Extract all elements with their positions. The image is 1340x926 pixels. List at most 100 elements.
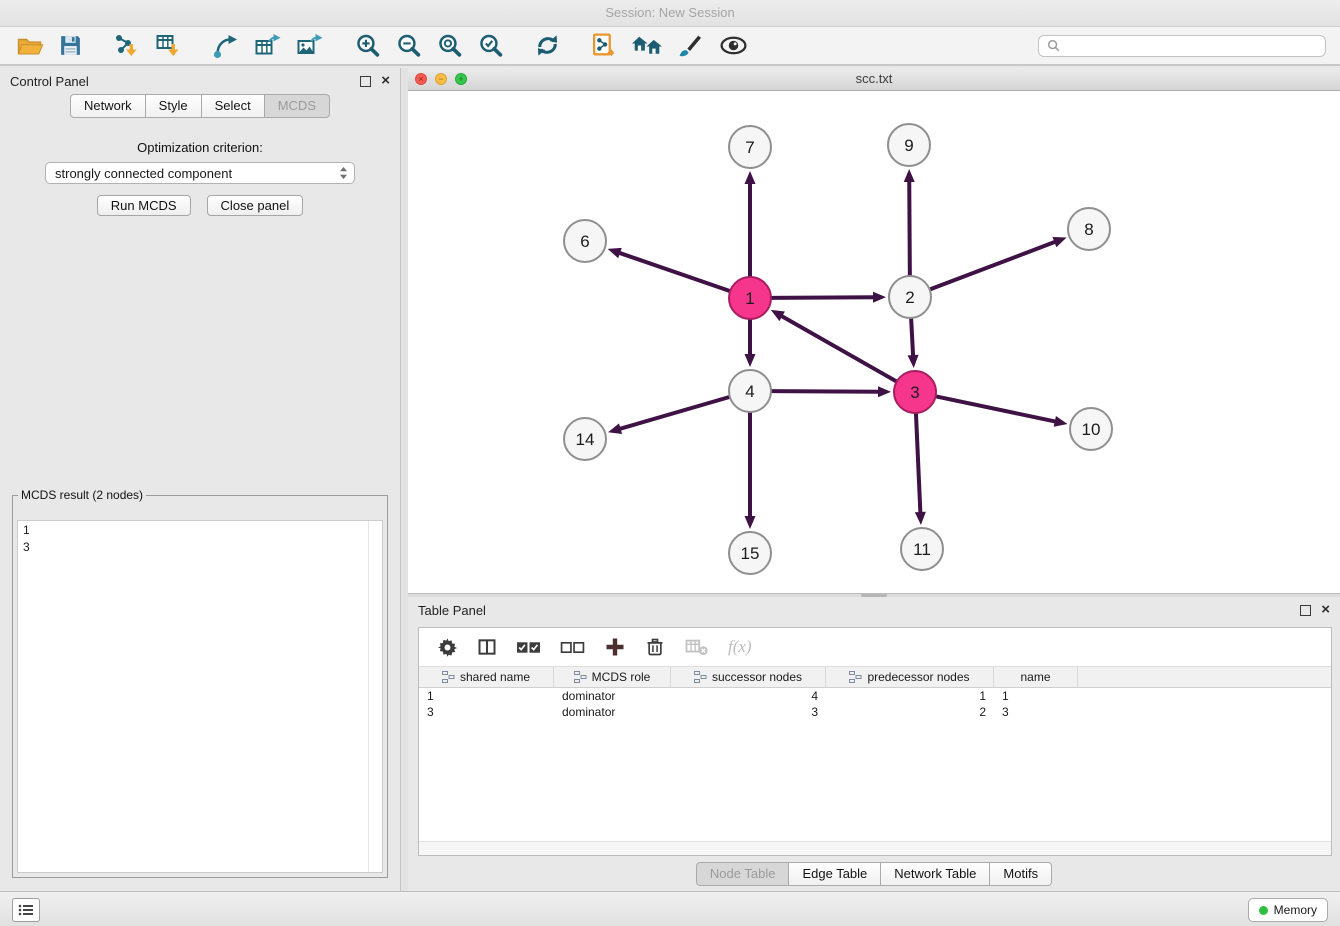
graph-node-6[interactable]: 6 xyxy=(564,220,606,262)
delete-row-button[interactable] xyxy=(643,634,667,660)
cell-successor-nodes: 3 xyxy=(671,705,826,719)
tab-motifs[interactable]: Motifs xyxy=(990,862,1052,886)
control-panel-tabs: Network Style Select MCDS xyxy=(0,94,400,118)
svg-text:2: 2 xyxy=(905,288,914,307)
graph-edge-2-8[interactable] xyxy=(930,241,1057,289)
graph-node-4[interactable]: 4 xyxy=(729,370,771,412)
close-panel-button[interactable]: Close panel xyxy=(207,195,304,216)
graph-edge-1-6[interactable] xyxy=(618,252,730,291)
delete-column-button[interactable] xyxy=(682,635,711,659)
tab-style[interactable]: Style xyxy=(146,94,202,118)
graph-edge-2-3[interactable] xyxy=(911,318,913,357)
graph-node-9[interactable]: 9 xyxy=(888,124,930,166)
tab-network-table[interactable]: Network Table xyxy=(881,862,990,886)
graph-edge-4-3[interactable] xyxy=(771,391,880,392)
mcds-result-box: MCDS result (2 nodes) 13 xyxy=(12,488,388,878)
paint-button[interactable] xyxy=(675,30,706,61)
close-view-button[interactable]: × xyxy=(415,73,427,85)
graph-node-8[interactable]: 8 xyxy=(1068,208,1110,250)
unselect-all-button[interactable] xyxy=(558,637,587,658)
zoom-in-button[interactable] xyxy=(352,30,383,61)
status-bar: Memory xyxy=(0,891,1340,926)
zoom-fit-button[interactable] xyxy=(434,30,465,61)
table-row[interactable]: 3 dominator 3 2 3 xyxy=(419,704,1331,720)
graph-edge-3-1[interactable] xyxy=(780,315,896,381)
close-table-panel-button[interactable]: × xyxy=(1321,604,1330,616)
export-table-button[interactable] xyxy=(252,31,284,61)
zoom-out-icon xyxy=(395,32,422,59)
search-box[interactable] xyxy=(1038,35,1326,57)
graph-edge-3-11[interactable] xyxy=(916,413,921,514)
tab-mcds[interactable]: MCDS xyxy=(265,94,330,118)
float-table-panel-button[interactable] xyxy=(1300,605,1311,616)
graph-node-7[interactable]: 7 xyxy=(729,126,771,168)
table-settings-button[interactable] xyxy=(435,635,460,660)
show-graphics-details-button[interactable] xyxy=(716,31,751,60)
column-header-name[interactable]: name xyxy=(994,667,1078,687)
cell-shared-name: 1 xyxy=(419,689,554,703)
column-header-predecessor-nodes[interactable]: predecessor nodes xyxy=(826,667,994,687)
graph-edge-arrow-icon xyxy=(745,171,756,184)
zoom-selected-button[interactable] xyxy=(475,30,506,61)
graph-node-10[interactable]: 10 xyxy=(1070,408,1112,450)
network-window-titlebar: scc.txt × − + xyxy=(408,68,1340,91)
gear-icon xyxy=(437,637,458,658)
column-header-successor-nodes[interactable]: successor nodes xyxy=(671,667,826,687)
graph-edge-arrow-icon xyxy=(873,292,886,303)
tab-select[interactable]: Select xyxy=(202,94,265,118)
save-session-button[interactable] xyxy=(56,31,85,60)
graph-node-2[interactable]: 2 xyxy=(889,276,931,318)
graph-edge-3-10[interactable] xyxy=(936,396,1057,421)
home-button[interactable] xyxy=(628,31,665,60)
graph-node-15[interactable]: 15 xyxy=(729,532,771,574)
open-file-button[interactable] xyxy=(14,31,46,61)
apply-layout-button[interactable] xyxy=(532,30,563,61)
export-image-button[interactable] xyxy=(294,31,326,61)
new-network-button[interactable] xyxy=(211,31,242,61)
graph-node-11[interactable]: 11 xyxy=(901,528,943,570)
graph-edge-arrow-icon xyxy=(745,516,756,529)
svg-text:9: 9 xyxy=(904,136,913,155)
graph-node-14[interactable]: 14 xyxy=(564,418,606,460)
app-window: Session: New Session xyxy=(0,0,1340,926)
zoom-out-button[interactable] xyxy=(393,30,424,61)
memory-button[interactable]: Memory xyxy=(1248,898,1328,922)
create-column-button[interactable] xyxy=(602,634,628,660)
tab-edge-table[interactable]: Edge Table xyxy=(789,862,881,886)
float-panel-button[interactable] xyxy=(360,76,371,87)
close-control-panel-button[interactable]: × xyxy=(381,75,390,87)
search-input[interactable] xyxy=(1066,38,1317,54)
show-column-button[interactable] xyxy=(475,635,499,659)
tab-network[interactable]: Network xyxy=(70,94,146,118)
titlebar: Session: New Session xyxy=(0,0,1340,27)
import-network-from-file-button[interactable] xyxy=(111,30,143,61)
network-canvas[interactable]: 7 9 6 8 1 2 4 3 14 10 15 11 xyxy=(408,91,1340,593)
zoom-fit-icon xyxy=(436,32,463,59)
cell-shared-name: 3 xyxy=(419,705,554,719)
unselect-all-icon xyxy=(560,639,585,656)
new-network-icon xyxy=(213,33,240,59)
mcds-result-line: 3 xyxy=(23,539,377,556)
criterion-dropdown[interactable]: strongly connected component xyxy=(45,162,355,184)
table-row[interactable]: 1 dominator 4 1 1 xyxy=(419,688,1331,704)
column-header-shared-name[interactable]: shared name xyxy=(419,667,554,687)
column-header-mcds-role[interactable]: MCDS role xyxy=(554,667,671,687)
function-builder-button[interactable]: f(x) xyxy=(726,635,754,659)
graph-edge-2-9[interactable] xyxy=(909,180,910,276)
run-mcds-button[interactable]: Run MCDS xyxy=(97,195,191,216)
tab-node-table[interactable]: Node Table xyxy=(696,862,790,886)
graph-edge-4-14[interactable] xyxy=(619,397,730,429)
maximize-view-button[interactable]: + xyxy=(455,73,467,85)
task-history-button[interactable] xyxy=(12,898,40,922)
graph-node-1[interactable]: 1 xyxy=(729,277,771,319)
svg-text:1: 1 xyxy=(745,289,754,308)
graph-node-3[interactable]: 3 xyxy=(894,371,936,413)
control-panel-title: Control Panel xyxy=(10,74,89,89)
network-graph[interactable]: 7 9 6 8 1 2 4 3 14 10 15 11 xyxy=(408,91,1340,593)
import-table-from-file-button[interactable] xyxy=(153,30,185,61)
minimize-view-button[interactable]: − xyxy=(435,73,447,85)
graph-edge-1-2[interactable] xyxy=(771,297,875,298)
table-horizontal-scrollbar[interactable] xyxy=(419,841,1331,855)
copy-network-button[interactable] xyxy=(589,30,618,61)
select-all-button[interactable] xyxy=(514,637,543,658)
